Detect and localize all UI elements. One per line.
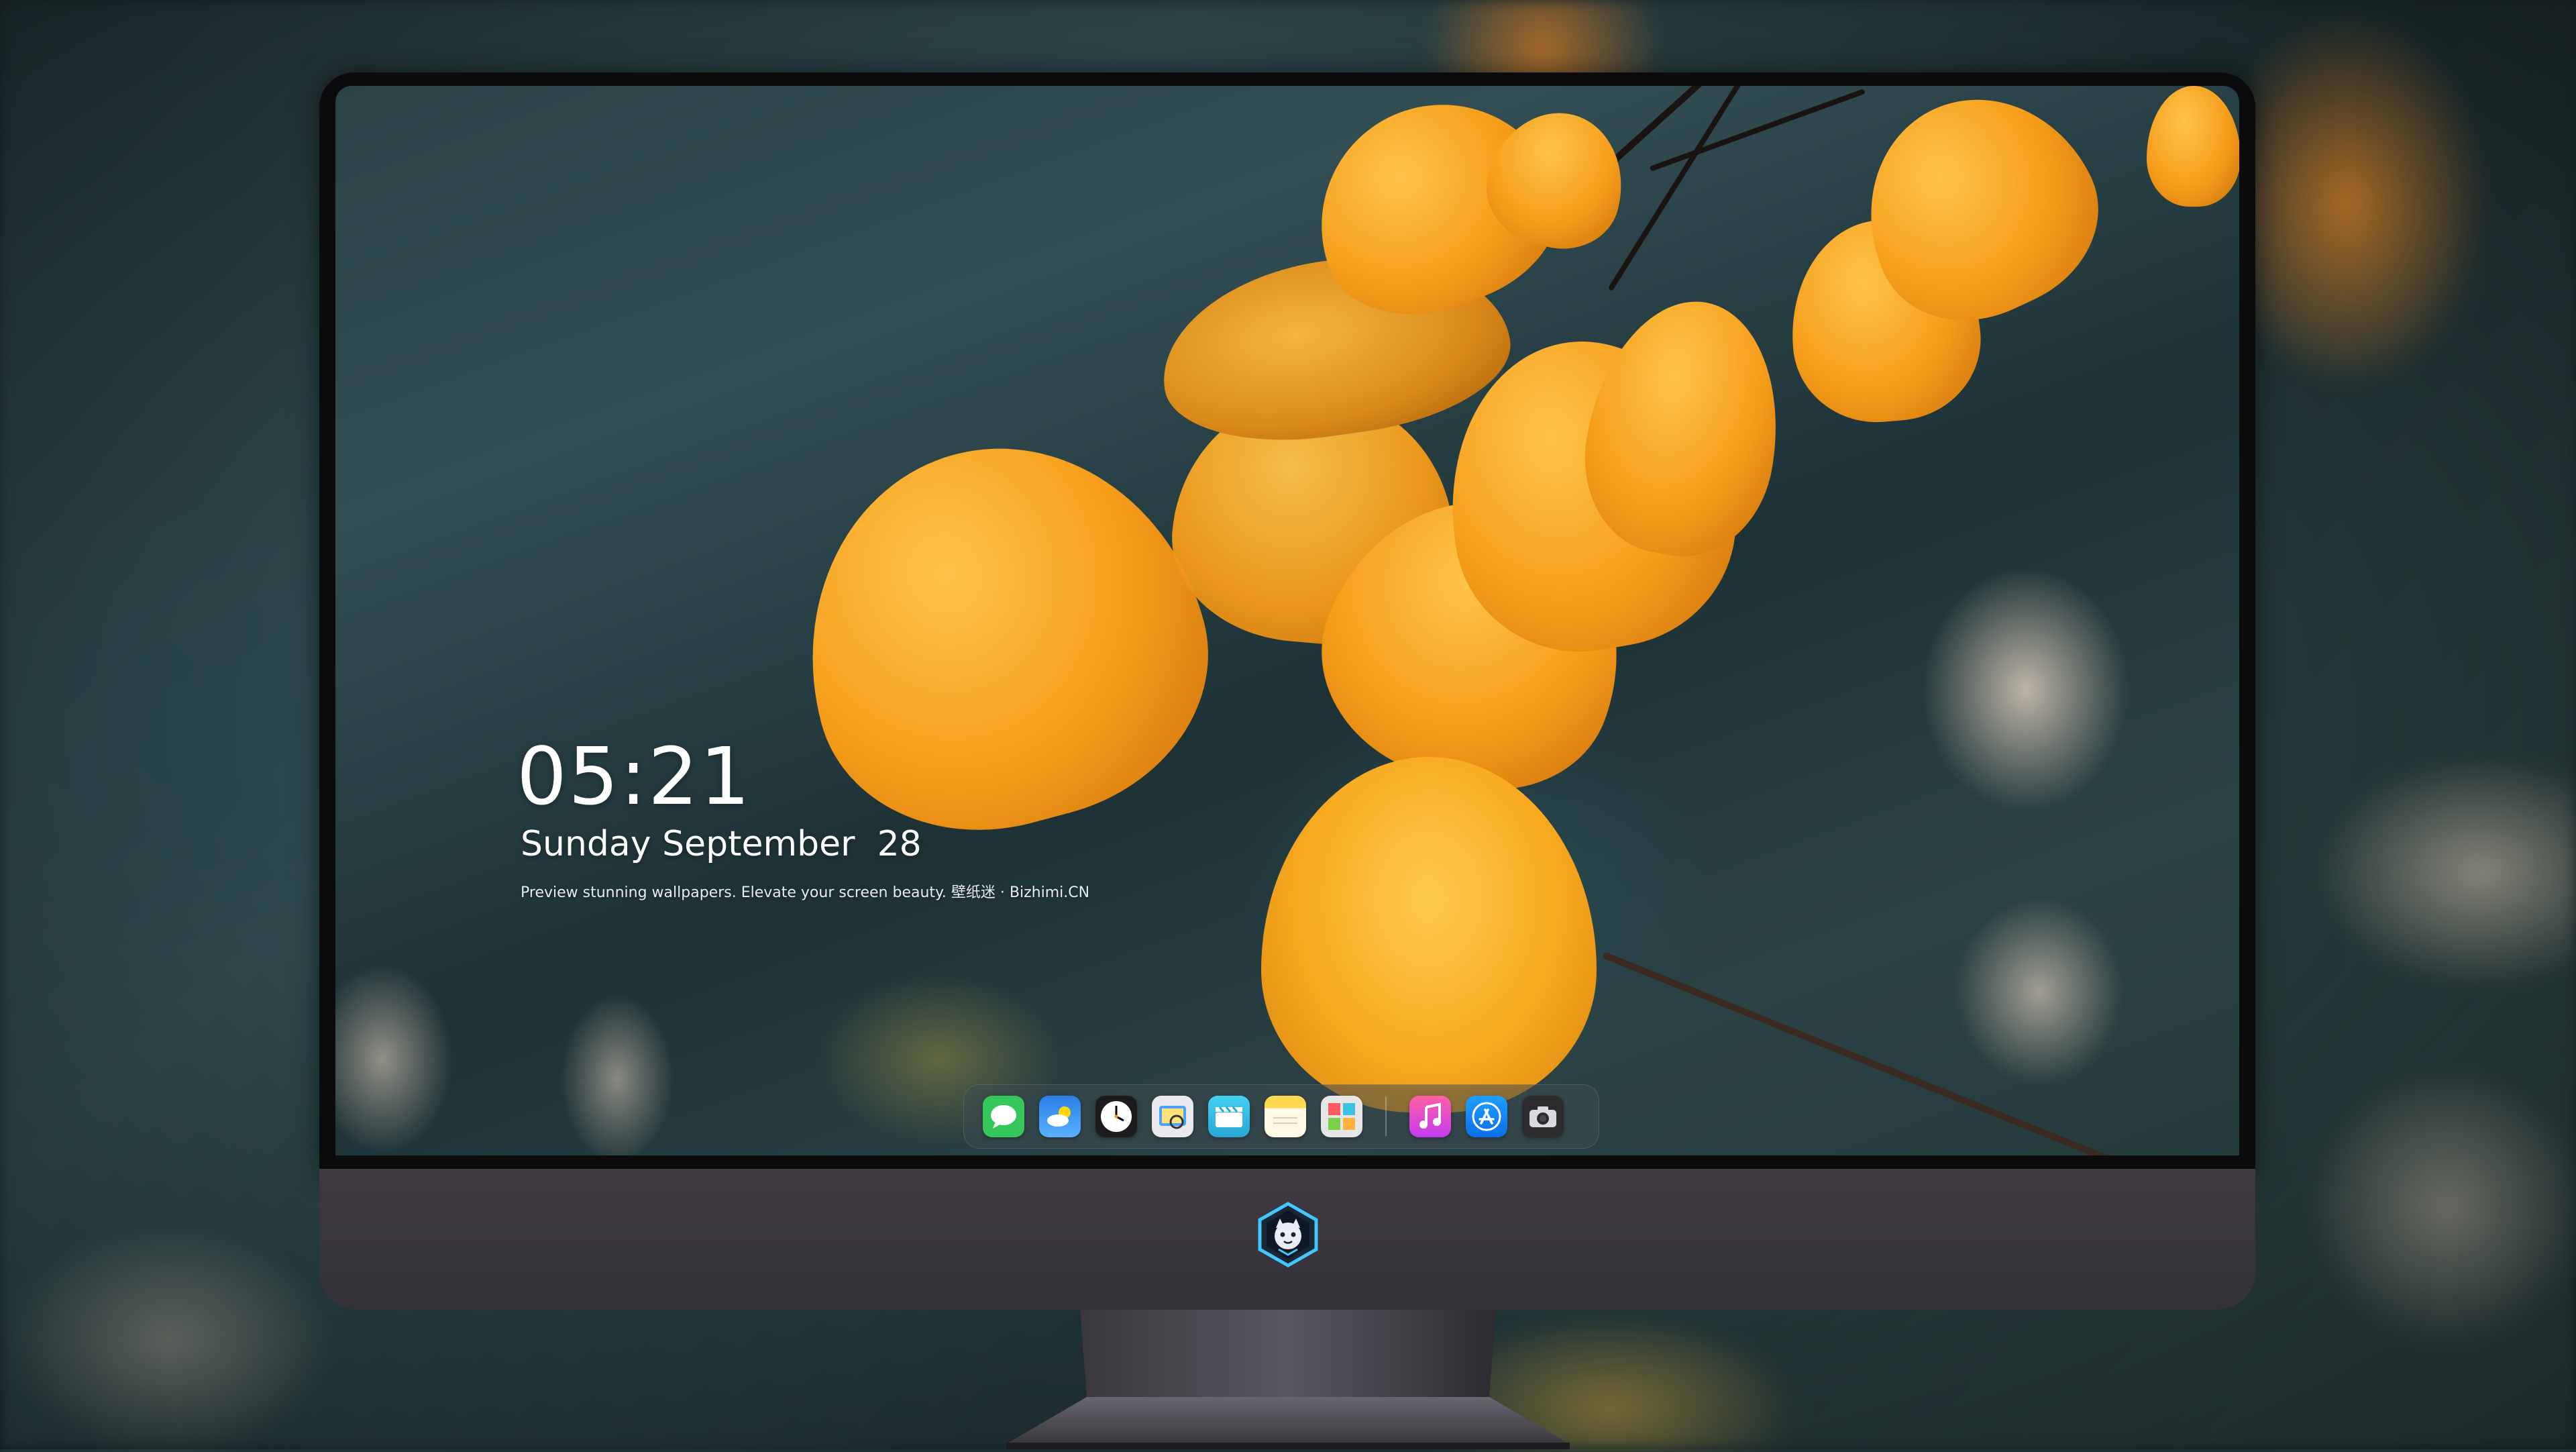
messages-icon[interactable] — [983, 1096, 1024, 1137]
clips-icon[interactable] — [1208, 1096, 1250, 1137]
preview-icon[interactable] — [1152, 1096, 1193, 1137]
photo-booth-icon[interactable] — [1321, 1096, 1362, 1137]
camera-icon[interactable] — [1522, 1096, 1564, 1137]
dock — [963, 1084, 1599, 1149]
wallpaper — [335, 86, 2239, 1155]
app-store-icon[interactable] — [1466, 1096, 1507, 1137]
monitor-stand — [993, 1310, 1583, 1449]
music-icon[interactable] — [1409, 1096, 1451, 1137]
dock-separator — [1385, 1097, 1387, 1136]
lockscreen-tagline: Preview stunning wallpapers. Elevate you… — [521, 884, 1090, 901]
bizhimi-logo-icon — [1254, 1201, 1322, 1268]
clock-icon[interactable] — [1095, 1096, 1137, 1137]
lockscreen-clock: 05:21 — [517, 730, 752, 823]
lockscreen-date: Sunday September 28 — [521, 824, 922, 864]
weather-icon[interactable] — [1039, 1096, 1081, 1137]
notes-icon[interactable] — [1265, 1096, 1306, 1137]
desktop-screen: 05:21 Sunday September 28 Preview stunni… — [335, 86, 2239, 1155]
screen-bottom-bezel — [319, 1155, 2255, 1170]
